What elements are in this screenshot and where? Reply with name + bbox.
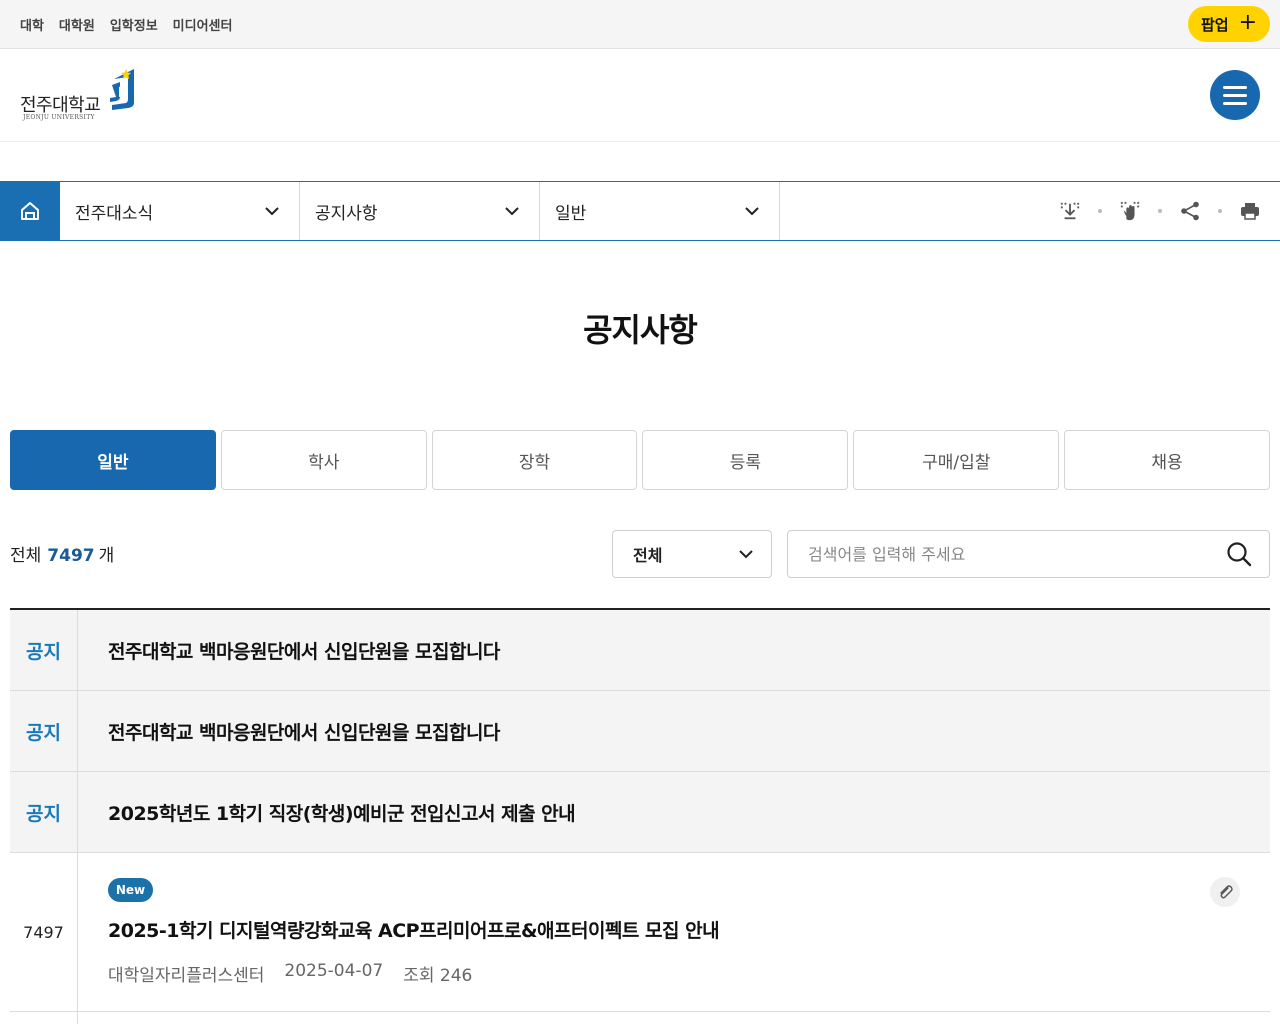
location-level2-label: 공지사항 bbox=[315, 203, 378, 224]
separator-dot bbox=[1218, 209, 1222, 213]
category-tabs: 일반 학사 장학 등록 구매/입찰 채용 bbox=[10, 430, 1270, 490]
link-admissions[interactable]: 입학정보 bbox=[110, 15, 158, 34]
tab-academic[interactable]: 학사 bbox=[220, 430, 427, 490]
braille-button[interactable] bbox=[1120, 201, 1140, 221]
share-icon bbox=[1181, 201, 1199, 221]
location-select-level2[interactable]: 공지사항 bbox=[300, 182, 540, 240]
separator-dot bbox=[1098, 209, 1102, 213]
count-suffix: 개 bbox=[98, 546, 115, 566]
popup-label: 팝업 bbox=[1200, 15, 1229, 34]
location-select-level1[interactable]: 전주대소식 bbox=[60, 182, 300, 240]
link-university[interactable]: 대학 bbox=[20, 15, 44, 34]
chevron-down-icon bbox=[745, 206, 759, 215]
location-bar: 전주대소식 공지사항 일반 bbox=[0, 181, 1280, 241]
site-links: 대학 대학원 입학정보 미디어센터 bbox=[20, 0, 232, 48]
post-body: New 2025-1학기 디지털역량강화교육 ACP프리미어프로&애프터이펙트 … bbox=[78, 853, 1270, 1011]
notice-body: 2025학년도 1학기 직장(학생)예비군 전입신고서 제출 안내 bbox=[78, 772, 1270, 852]
notice-label: 공지 bbox=[10, 772, 78, 852]
link-graduate-school[interactable]: 대학원 bbox=[59, 15, 95, 34]
print-button[interactable] bbox=[1240, 201, 1260, 221]
search-input[interactable] bbox=[788, 531, 1209, 577]
notice-row[interactable]: 공지 전주대학교 백마응원단에서 신입단원을 모집합니다 bbox=[10, 691, 1270, 772]
notice-row[interactable]: 공지 2025학년도 1학기 직장(학생)예비군 전입신고서 제출 안내 bbox=[10, 772, 1270, 853]
plus-icon: + bbox=[1238, 10, 1258, 35]
post-title-link[interactable]: 2025-1학기 디지털역량강화교육 ACP프리미어프로&애프터이펙트 모집 안… bbox=[108, 916, 1270, 943]
link-media-center[interactable]: 미디어센터 bbox=[173, 15, 233, 34]
paperclip-icon bbox=[1220, 885, 1233, 899]
notice-label: 공지 bbox=[10, 610, 78, 690]
count-value: 7497 bbox=[47, 546, 95, 566]
new-badge: New bbox=[108, 878, 153, 902]
menu-line-icon bbox=[1223, 85, 1247, 89]
notice-body: 전주대학교 백마응원단에서 신입단원을 모집합니다 bbox=[78, 610, 1270, 690]
attachment-button[interactable] bbox=[1210, 877, 1240, 907]
menu-line-icon bbox=[1223, 93, 1247, 97]
count-prefix: 전체 bbox=[10, 546, 42, 566]
post-number: 7497 bbox=[10, 853, 78, 1011]
tab-purchase-bidding[interactable]: 구매/입찰 bbox=[853, 430, 1060, 490]
download-icon bbox=[1060, 202, 1080, 220]
logo-name-en: JEONJU UNIVERSITY bbox=[23, 114, 95, 121]
download-button[interactable] bbox=[1060, 201, 1080, 221]
notice-title-link[interactable]: 전주대학교 백마응원단에서 신입단원을 모집합니다 bbox=[108, 637, 1270, 664]
location-level3-label: 일반 bbox=[555, 203, 587, 224]
search-box bbox=[787, 530, 1270, 578]
logo-emblem-icon bbox=[110, 69, 134, 110]
row-body-cell bbox=[78, 1012, 1270, 1024]
page-title: 공지사항 bbox=[583, 311, 698, 349]
chevron-down-icon bbox=[265, 206, 279, 215]
post-views: 조회 246 bbox=[403, 966, 473, 986]
home-button[interactable] bbox=[0, 182, 60, 240]
total-count: 전체 7497 개 bbox=[10, 541, 114, 566]
chevron-down-icon bbox=[739, 549, 753, 558]
location-select-level3[interactable]: 일반 bbox=[540, 182, 780, 240]
location-level1-label: 전주대소식 bbox=[75, 203, 154, 224]
notice-row[interactable]: 공지 전주대학교 백마응원단에서 신입단원을 모집합니다 bbox=[10, 610, 1270, 691]
page-tools bbox=[780, 182, 1280, 240]
post-department: 대학일자리플러스센터 bbox=[108, 966, 265, 986]
university-logo[interactable]: 전주대학교 JEONJU UNIVERSITY bbox=[20, 67, 140, 127]
notice-title-link[interactable]: 2025학년도 1학기 직장(학생)예비군 전입신고서 제출 안내 bbox=[108, 799, 1270, 826]
braille-icon bbox=[1120, 201, 1140, 221]
chevron-down-icon bbox=[505, 206, 519, 215]
search-button[interactable] bbox=[1209, 531, 1269, 577]
search-icon bbox=[1227, 542, 1252, 567]
tab-registration[interactable]: 등록 bbox=[642, 430, 849, 490]
print-icon bbox=[1241, 203, 1259, 220]
tab-general[interactable]: 일반 bbox=[10, 430, 216, 490]
search-scope-select[interactable]: 전체 bbox=[612, 530, 772, 578]
site-header: 전주대학교 JEONJU UNIVERSITY bbox=[0, 49, 1280, 142]
post-date: 2025-04-07 bbox=[284, 961, 384, 981]
post-meta: 대학일자리플러스센터 2025-04-07 조회 246 bbox=[108, 961, 1270, 986]
home-icon bbox=[21, 202, 39, 220]
post-row[interactable]: 7497 New 2025-1학기 디지털역량강화교육 ACP프리미어프로&애프… bbox=[10, 853, 1270, 1012]
tab-scholarship[interactable]: 장학 bbox=[431, 430, 638, 490]
separator-dot bbox=[1158, 209, 1162, 213]
search-scope-value: 전체 bbox=[633, 546, 663, 565]
next-row-partial bbox=[10, 1012, 1270, 1024]
notice-body: 전주대학교 백마응원단에서 신입단원을 모집합니다 bbox=[78, 691, 1270, 771]
notice-label: 공지 bbox=[10, 691, 78, 771]
tab-recruitment[interactable]: 채용 bbox=[1064, 430, 1270, 490]
share-button[interactable] bbox=[1180, 201, 1200, 221]
row-number-cell bbox=[10, 1012, 78, 1024]
notice-title-link[interactable]: 전주대학교 백마응원단에서 신입단원을 모집합니다 bbox=[108, 718, 1270, 745]
popup-button[interactable]: 팝업 + bbox=[1188, 6, 1270, 42]
utility-bar: 대학 대학원 입학정보 미디어센터 팝업 + bbox=[0, 0, 1280, 49]
hamburger-menu-button[interactable] bbox=[1210, 70, 1260, 120]
notice-board: 공지 전주대학교 백마응원단에서 신입단원을 모집합니다 공지 전주대학교 백마… bbox=[10, 608, 1270, 1024]
menu-line-icon bbox=[1223, 101, 1247, 105]
